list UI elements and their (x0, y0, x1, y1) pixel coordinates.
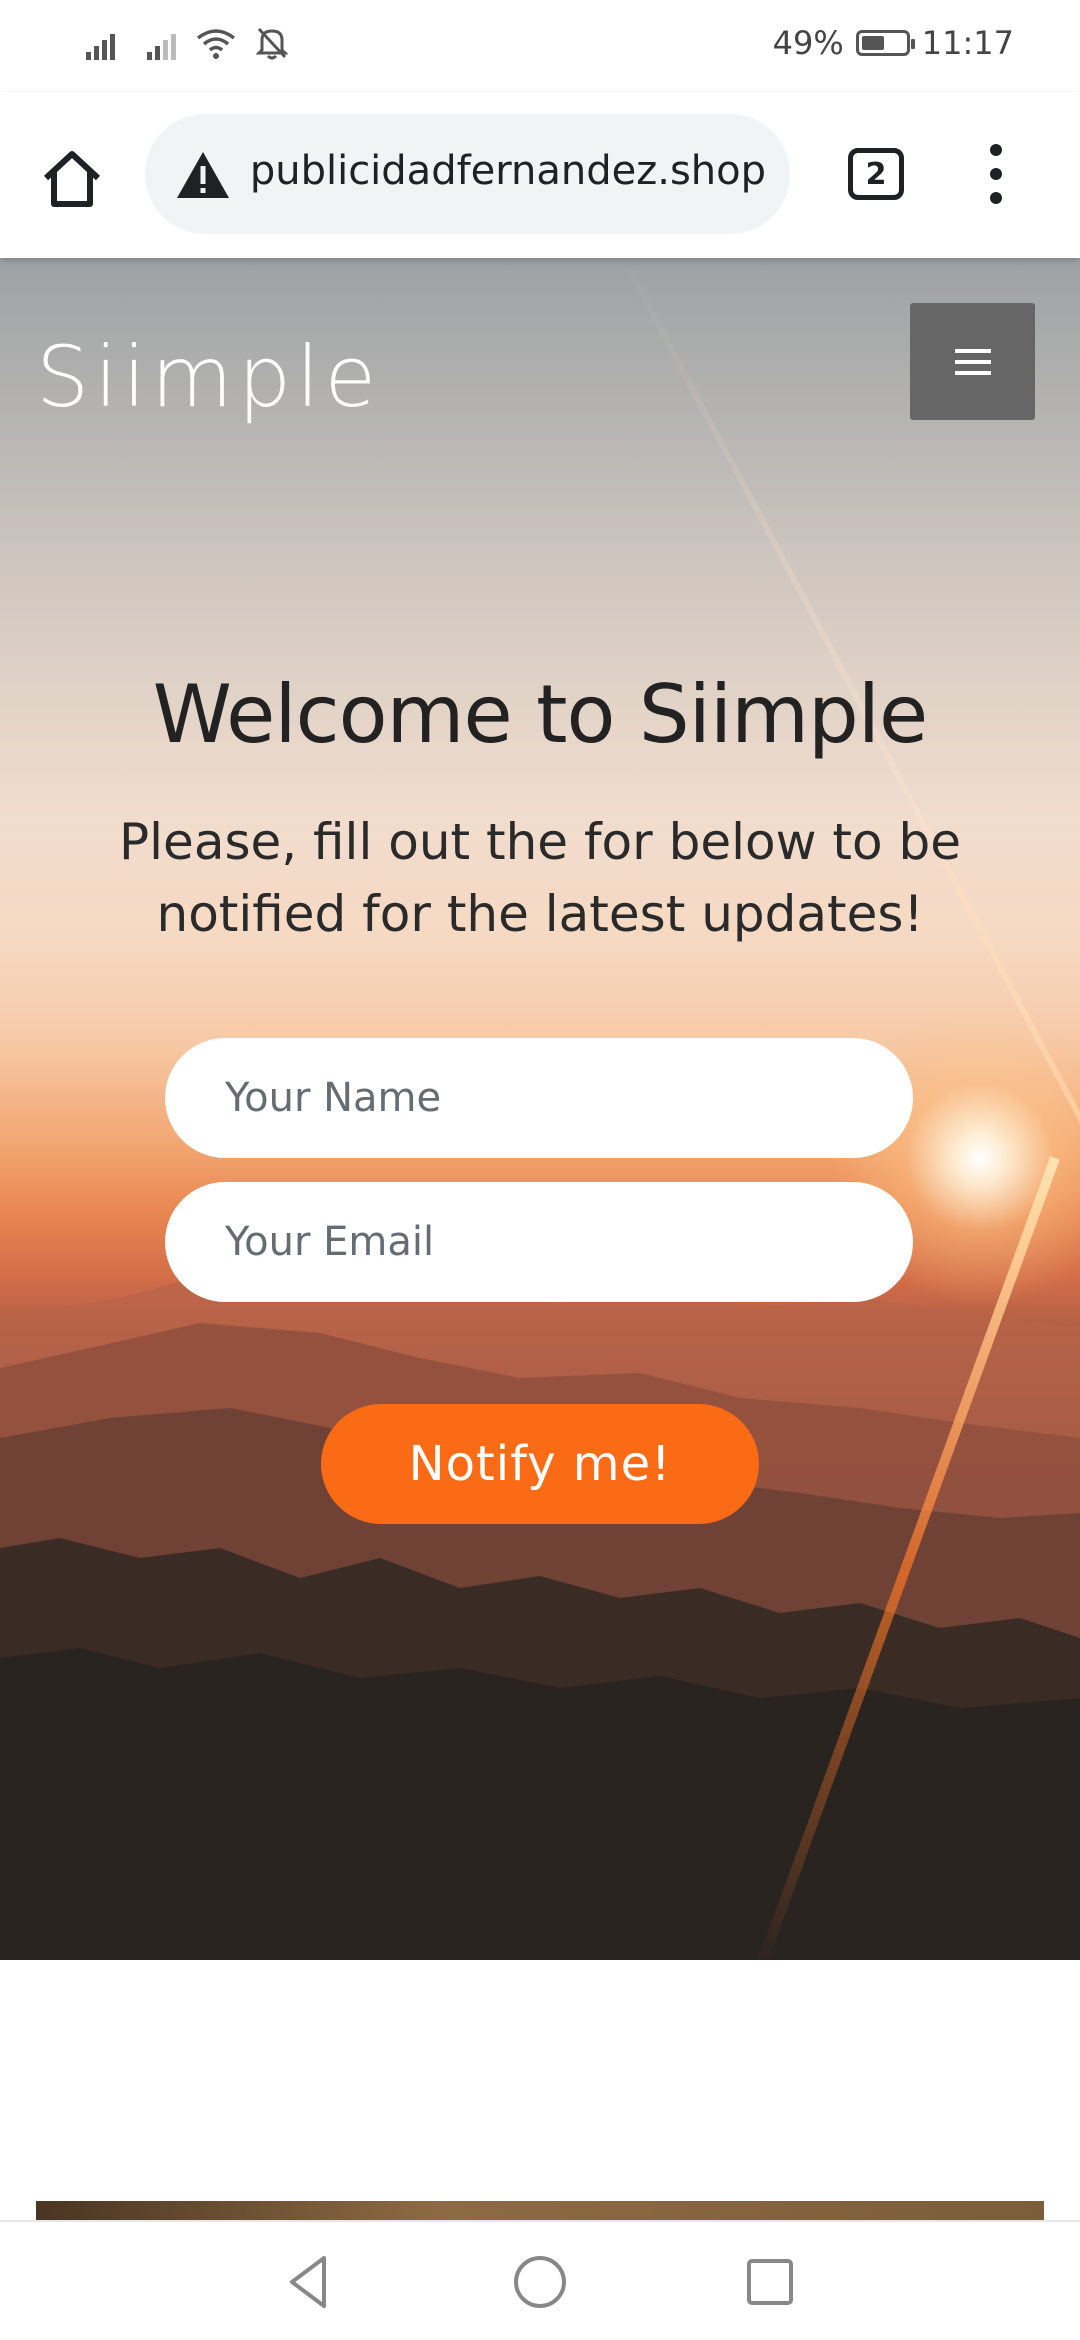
battery-percentage: 49% (772, 24, 844, 62)
clock: 11:17 (921, 24, 1014, 62)
battery-icon (855, 30, 915, 56)
recents-icon[interactable] (740, 2252, 800, 2312)
hamburger-icon[interactable] (910, 303, 1035, 420)
address-bar[interactable]: publicidadfernandez.shop (145, 114, 790, 234)
signal-icon (86, 28, 115, 60)
home-circle-icon[interactable] (510, 2252, 570, 2312)
notifications-off-icon (256, 27, 288, 60)
browser-toolbar: publicidadfernandez.shop 2 (0, 92, 1080, 258)
signal-icon (147, 28, 176, 60)
email-input[interactable] (165, 1182, 913, 1302)
section-image-edge (36, 2201, 1044, 2221)
warning-icon[interactable] (175, 150, 231, 200)
name-input[interactable] (165, 1038, 913, 1158)
page-title: Welcome to Siimple (152, 668, 929, 761)
page-subtitle: Please, fill out the for below to be not… (119, 813, 961, 943)
more-vert-icon[interactable] (982, 144, 1010, 204)
wifi-icon (196, 29, 236, 59)
url-text[interactable]: publicidadfernandez.shop (251, 148, 766, 200)
status-bar: 49% 11:17 (0, 0, 1080, 92)
back-icon[interactable] (280, 2252, 340, 2312)
home-icon[interactable] (36, 142, 108, 214)
site-logo[interactable]: Siimple (36, 328, 381, 426)
notify-button[interactable]: Notify me! (321, 1404, 759, 1524)
hero-section: Siimple Welcome to Siimple Please, fill … (0, 258, 1080, 1960)
tab-switcher-button[interactable]: 2 (848, 148, 904, 200)
system-navigation-bar (0, 2220, 1080, 2340)
